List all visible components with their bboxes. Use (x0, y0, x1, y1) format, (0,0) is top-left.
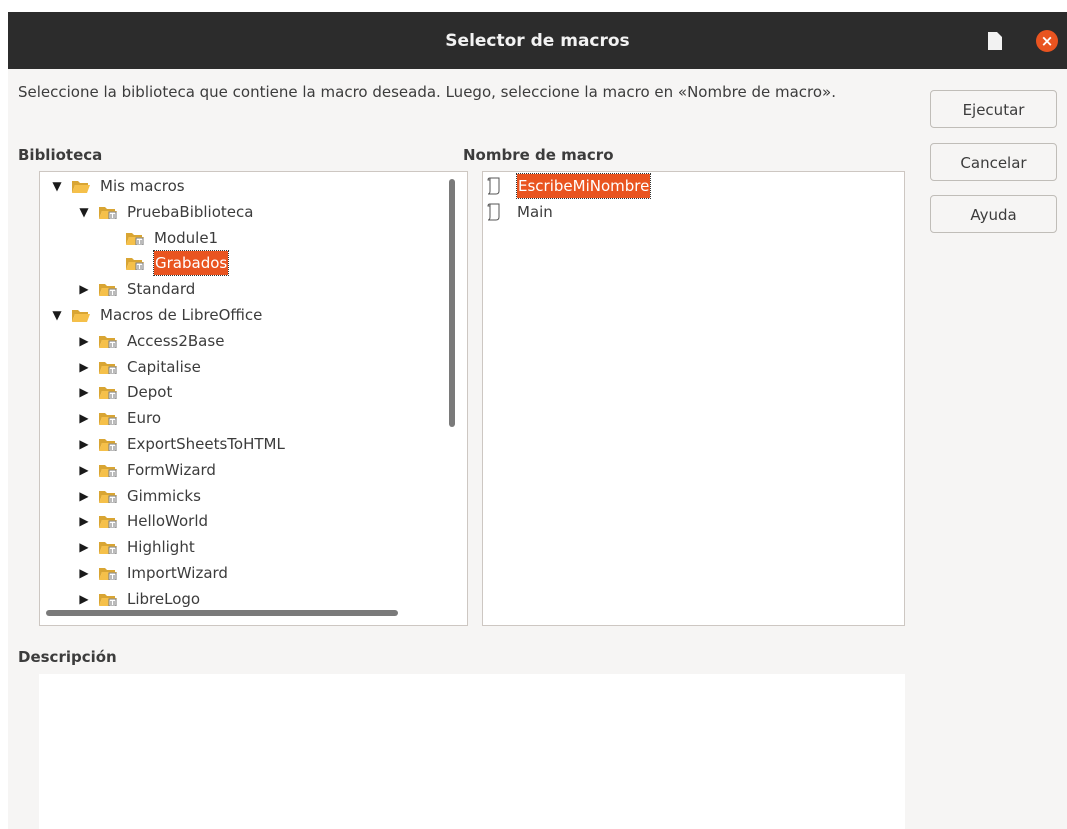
cancel-button[interactable]: Cancelar (930, 143, 1057, 181)
tree-item[interactable]: ▶ ExportSheetsToHTML (40, 432, 440, 456)
tree-item-label: Gimmicks (127, 486, 201, 505)
tree-item[interactable]: ▶ Euro (40, 406, 440, 430)
tree-item-label: Depot (127, 383, 173, 402)
tree-item-label: Euro (127, 409, 161, 428)
help-button[interactable]: Ayuda (930, 195, 1057, 233)
collapsed-triangle-icon[interactable]: ▶ (77, 484, 91, 508)
collapsed-triangle-icon[interactable]: ▶ (77, 329, 91, 353)
tree-item[interactable]: ▶ FormWizard (40, 458, 440, 482)
tree-item-label: ImportWizard (127, 564, 228, 582)
instructions-text: Seleccione la biblioteca que contiene la… (18, 83, 836, 101)
close-button[interactable]: × (1036, 30, 1058, 52)
tree-item-label: Macros de LibreOffice (100, 306, 263, 324)
macro-script-icon (487, 177, 500, 195)
folder-library-icon (99, 360, 117, 374)
tree-item-label: ExportSheetsToHTML (127, 435, 285, 453)
folder-library-icon (99, 411, 117, 426)
close-icon: × (1040, 32, 1054, 50)
macro-list-item[interactable]: EscribeMiNombre (483, 173, 893, 199)
tree-item[interactable]: Grabados (40, 250, 440, 277)
tree-item-label: HelloWorld (127, 512, 209, 531)
tree-item[interactable]: Module1 (40, 226, 440, 250)
folder-open-icon (72, 308, 90, 322)
tree-item-label: Mis macros (100, 177, 185, 195)
folder-library-icon (99, 205, 117, 219)
tree-item[interactable]: ▶ Depot (40, 380, 440, 404)
tree-item-label: Highlight (127, 538, 195, 557)
expanded-triangle-icon[interactable]: ▼ (50, 174, 64, 198)
collapsed-triangle-icon[interactable]: ▶ (77, 277, 91, 301)
folder-library-icon (99, 437, 117, 451)
library-label: Biblioteca (18, 146, 103, 164)
tree-item-label: LibreLogo (127, 589, 201, 608)
tree-horizontal-scrollbar[interactable] (46, 610, 398, 616)
folder-open-icon (72, 179, 90, 193)
tree-item[interactable]: ▼ PruebaBiblioteca (40, 200, 440, 224)
library-tree[interactable]: ▼ Mis macros ▼ PruebaBiblioteca Module1 Graba… (39, 171, 468, 626)
tree-item[interactable]: ▶ Capitalise (40, 355, 440, 379)
tree-item[interactable]: ▶ Highlight (40, 535, 440, 559)
tree-item-label: Standard (127, 280, 196, 299)
tree-item[interactable]: ▶ Gimmicks (40, 484, 440, 508)
tree-item-label: FormWizard (127, 460, 216, 479)
collapsed-triangle-icon[interactable]: ▶ (77, 380, 91, 404)
folder-library-icon (99, 489, 117, 503)
folder-library-icon (99, 463, 117, 477)
tree-item-label: Grabados (152, 250, 230, 277)
folder-library-icon (99, 334, 117, 348)
folder-library-icon (99, 540, 117, 555)
tree-vertical-scrollbar[interactable] (449, 179, 455, 427)
window-title: Selector de macros (445, 31, 630, 51)
collapsed-triangle-icon[interactable]: ▶ (77, 561, 91, 585)
folder-library-icon (99, 282, 117, 297)
tree-item-label: PruebaBiblioteca (127, 202, 254, 221)
document-icon[interactable] (988, 32, 1002, 50)
tree-item[interactable]: ▼ Macros de LibreOffice (40, 303, 440, 327)
folder-library-icon (99, 385, 117, 400)
macro-list-item-label: EscribeMiNombre (515, 173, 652, 199)
collapsed-triangle-icon[interactable]: ▶ (77, 535, 91, 559)
collapsed-triangle-icon[interactable]: ▶ (77, 587, 91, 611)
tree-item-label: Access2Base (127, 331, 225, 350)
tree-item[interactable]: ▶ Access2Base (40, 329, 440, 353)
collapsed-triangle-icon[interactable]: ▶ (77, 406, 91, 430)
folder-library-icon (99, 514, 117, 529)
collapsed-triangle-icon[interactable]: ▶ (77, 509, 91, 533)
tree-item[interactable]: ▶ Standard (40, 277, 440, 301)
description-label: Descripción (18, 648, 117, 666)
macro-selector-dialog: Selector de macros × Seleccione la bibli… (8, 12, 1067, 829)
tree-item-label: Module1 (154, 228, 219, 247)
expanded-triangle-icon[interactable]: ▼ (77, 200, 91, 224)
run-button[interactable]: Ejecutar (930, 90, 1057, 128)
tree-item[interactable]: ▶ ImportWizard (40, 561, 440, 585)
folder-library-icon (126, 231, 144, 245)
description-box (39, 674, 905, 829)
macro-name-label: Nombre de macro (463, 146, 614, 164)
macro-name-list[interactable]: EscribeMiNombre Main (482, 171, 905, 626)
tree-item[interactable]: ▶ LibreLogo (40, 587, 440, 611)
title-bar: Selector de macros × (8, 12, 1067, 69)
folder-library-icon (99, 592, 117, 606)
tree-item-label: Capitalise (127, 357, 201, 376)
tree-item[interactable]: ▶ HelloWorld (40, 509, 440, 533)
tree-item[interactable]: ▼ Mis macros (40, 174, 440, 198)
collapsed-triangle-icon[interactable]: ▶ (77, 355, 91, 379)
macro-script-icon (487, 203, 500, 221)
expanded-triangle-icon[interactable]: ▼ (50, 303, 64, 327)
macro-list-item-label: Main (517, 203, 553, 221)
folder-library-icon (99, 566, 117, 580)
collapsed-triangle-icon[interactable]: ▶ (77, 432, 91, 456)
collapsed-triangle-icon[interactable]: ▶ (77, 458, 91, 482)
macro-list-item[interactable]: Main (483, 200, 893, 224)
folder-library-icon (126, 256, 144, 271)
